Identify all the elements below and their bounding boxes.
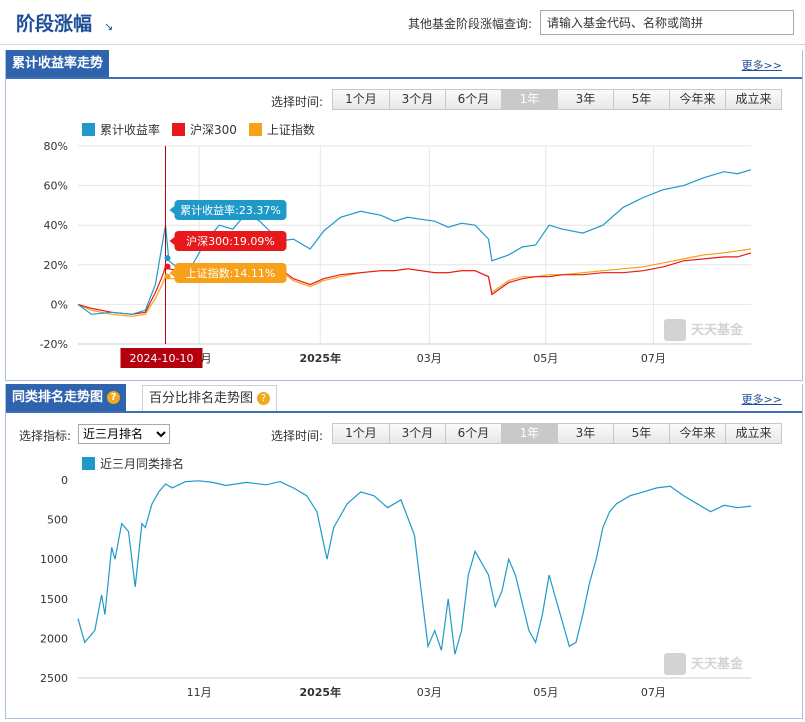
crosshair-marker	[164, 263, 171, 270]
tab-percentile-ranking[interactable]: 百分比排名走势图?	[142, 385, 278, 411]
range-button[interactable]: 成立来	[725, 424, 781, 443]
x-tick-label: 2025年	[299, 685, 341, 699]
time-range-buttons: 1个月 3个月 6个月 1年 3年 5年 今年来 成立来	[332, 423, 782, 444]
x-tick-label: 2025年	[299, 351, 341, 365]
watermark-logo: 天天基金	[664, 653, 744, 675]
y-tick-label: 0%	[51, 298, 68, 311]
help-icon[interactable]: ?	[257, 392, 271, 405]
range-button[interactable]: 1个月	[333, 424, 389, 443]
range-button[interactable]: 6个月	[445, 424, 501, 443]
range-button[interactable]: 3个月	[389, 90, 445, 109]
range-button[interactable]: 1个月	[333, 90, 389, 109]
y-tick-label: 1500	[40, 593, 68, 606]
legend-label: 上证指数	[266, 123, 315, 137]
y-tick-label: 2000	[40, 632, 68, 645]
y-tick-label: 2500	[40, 672, 68, 685]
page-title: 阶段涨幅	[16, 13, 93, 35]
y-tick-label: 0	[61, 474, 68, 487]
series-line	[77, 480, 752, 655]
peer-ranking-panel: 同类排名走势图? 百分比排名走势图? 更多>> 选择指标: 近三月排名 选择时间…	[5, 384, 803, 719]
range-button[interactable]: 3个月	[389, 424, 445, 443]
legend-label: 累计收益率	[100, 123, 161, 137]
tab-peer-ranking-label: 同类排名走势图	[12, 390, 104, 405]
legend-swatch	[172, 123, 186, 136]
crosshair-date: 2024-10-10	[120, 348, 203, 368]
legend-item[interactable]: 沪深300	[172, 121, 237, 138]
x-tick-label: 11月	[187, 686, 212, 699]
fund-query-label: 其他基金阶段涨幅查询:	[408, 17, 533, 31]
y-tick-label: 80%	[44, 140, 68, 153]
y-tick-label: 60%	[44, 180, 68, 193]
tab-cumulative-return[interactable]: 累计收益率走势	[6, 50, 110, 77]
legend-item[interactable]: 累计收益率	[82, 121, 160, 138]
tooltip: 沪深300:19.09%	[169, 231, 287, 251]
panel-tab-bar: 累计收益率走势 更多>>	[6, 50, 802, 79]
more-link[interactable]: 更多>>	[742, 57, 782, 73]
peer-ranking-chart: 0 500 1000 1500 2000 2500 11月 2025年 03月 05月 07月 天天基…	[40, 474, 752, 699]
crosshair-marker	[164, 273, 171, 280]
range-button[interactable]: 3年	[557, 90, 613, 109]
x-tick-label: 07月	[641, 352, 666, 365]
corner-arrow-icon[interactable]: ↘	[104, 20, 113, 33]
x-tick-label: 03月	[417, 686, 442, 699]
range-button[interactable]: 今年来	[669, 424, 725, 443]
indicator-select[interactable]: 近三月排名	[78, 424, 170, 444]
time-range-buttons: 1个月 3个月 6个月 1年 3年 5年 今年来 成立来	[332, 89, 782, 110]
x-tick-label: 05月	[533, 352, 558, 365]
y-tick-label: 20%	[44, 259, 68, 272]
x-tick-label: 05月	[533, 686, 558, 699]
legend-label: 近三月同类排名	[100, 457, 185, 471]
legend-swatch	[82, 123, 95, 136]
tooltip: 累计收益率:23.37%	[169, 200, 287, 220]
range-button[interactable]: 1年	[501, 424, 557, 443]
series-line	[77, 252, 752, 315]
x-tick-label: 07月	[641, 686, 666, 699]
cumulative-return-chart: 80%60%40%20%0%-20%11月2025年03月05月07月天天基金累…	[40, 140, 752, 368]
time-range-label: 选择时间:	[271, 95, 324, 109]
range-button[interactable]: 5年	[613, 90, 669, 109]
legend-item[interactable]: 上证指数	[248, 121, 315, 138]
tooltip: 上证指数:14.11%	[169, 263, 287, 283]
y-tick-label: 1000	[40, 553, 68, 566]
range-button[interactable]: 5年	[613, 424, 669, 443]
cumulative-return-panel: 累计收益率走势 更多>> 选择时间: 1个月 3个月 6个月 1年 3年 5年 今年来 成立来…	[5, 50, 803, 381]
tab-percentile-ranking-label: 百分比排名走势图	[149, 391, 254, 406]
fund-search-input[interactable]	[540, 10, 794, 35]
range-button[interactable]: 3年	[557, 424, 613, 443]
tooltip-pointer	[169, 206, 175, 214]
tooltip-text: 沪深300:19.09%	[186, 234, 275, 248]
tab-peer-ranking[interactable]: 同类排名走势图?	[6, 384, 127, 411]
tooltip-text: 上证指数:14.11%	[186, 266, 276, 280]
time-range-label: 选择时间:	[271, 429, 324, 443]
range-button[interactable]: 1年	[501, 90, 557, 109]
legend-item[interactable]: 近三月同类排名	[82, 455, 184, 472]
y-tick-label: 500	[47, 514, 68, 527]
watermark-text: 天天基金	[691, 656, 744, 672]
more-link[interactable]: 更多>>	[742, 391, 782, 407]
tooltip-text: 累计收益率:23.37%	[180, 203, 281, 217]
chart-legend: 近三月同类排名	[82, 455, 184, 472]
legend-label: 沪深300	[190, 123, 237, 137]
crosshair-marker	[164, 255, 171, 262]
panel-tab-bar: 同类排名走势图? 百分比排名走势图? 更多>>	[6, 384, 802, 413]
legend-swatch	[82, 457, 95, 470]
range-button[interactable]: 成立来	[725, 90, 781, 109]
tooltip-pointer	[169, 237, 175, 245]
range-button[interactable]: 6个月	[445, 90, 501, 109]
chart-legend: 累计收益率 沪深300 上证指数	[82, 121, 315, 138]
help-icon[interactable]: ?	[107, 391, 121, 404]
watermark-text: 天天基金	[691, 322, 744, 338]
crosshair-date-text: 2024-10-10	[130, 352, 194, 365]
y-tick-label: -20%	[40, 338, 68, 351]
y-tick-label: 40%	[44, 219, 68, 232]
x-tick-label: 03月	[417, 352, 442, 365]
indicator-label: 选择指标:	[19, 429, 72, 443]
legend-swatch	[248, 123, 262, 136]
watermark-logo: 天天基金	[664, 319, 744, 341]
page-header: 阶段涨幅 ↘ 其他基金阶段涨幅查询:	[0, 0, 805, 45]
range-button[interactable]: 今年来	[669, 90, 725, 109]
